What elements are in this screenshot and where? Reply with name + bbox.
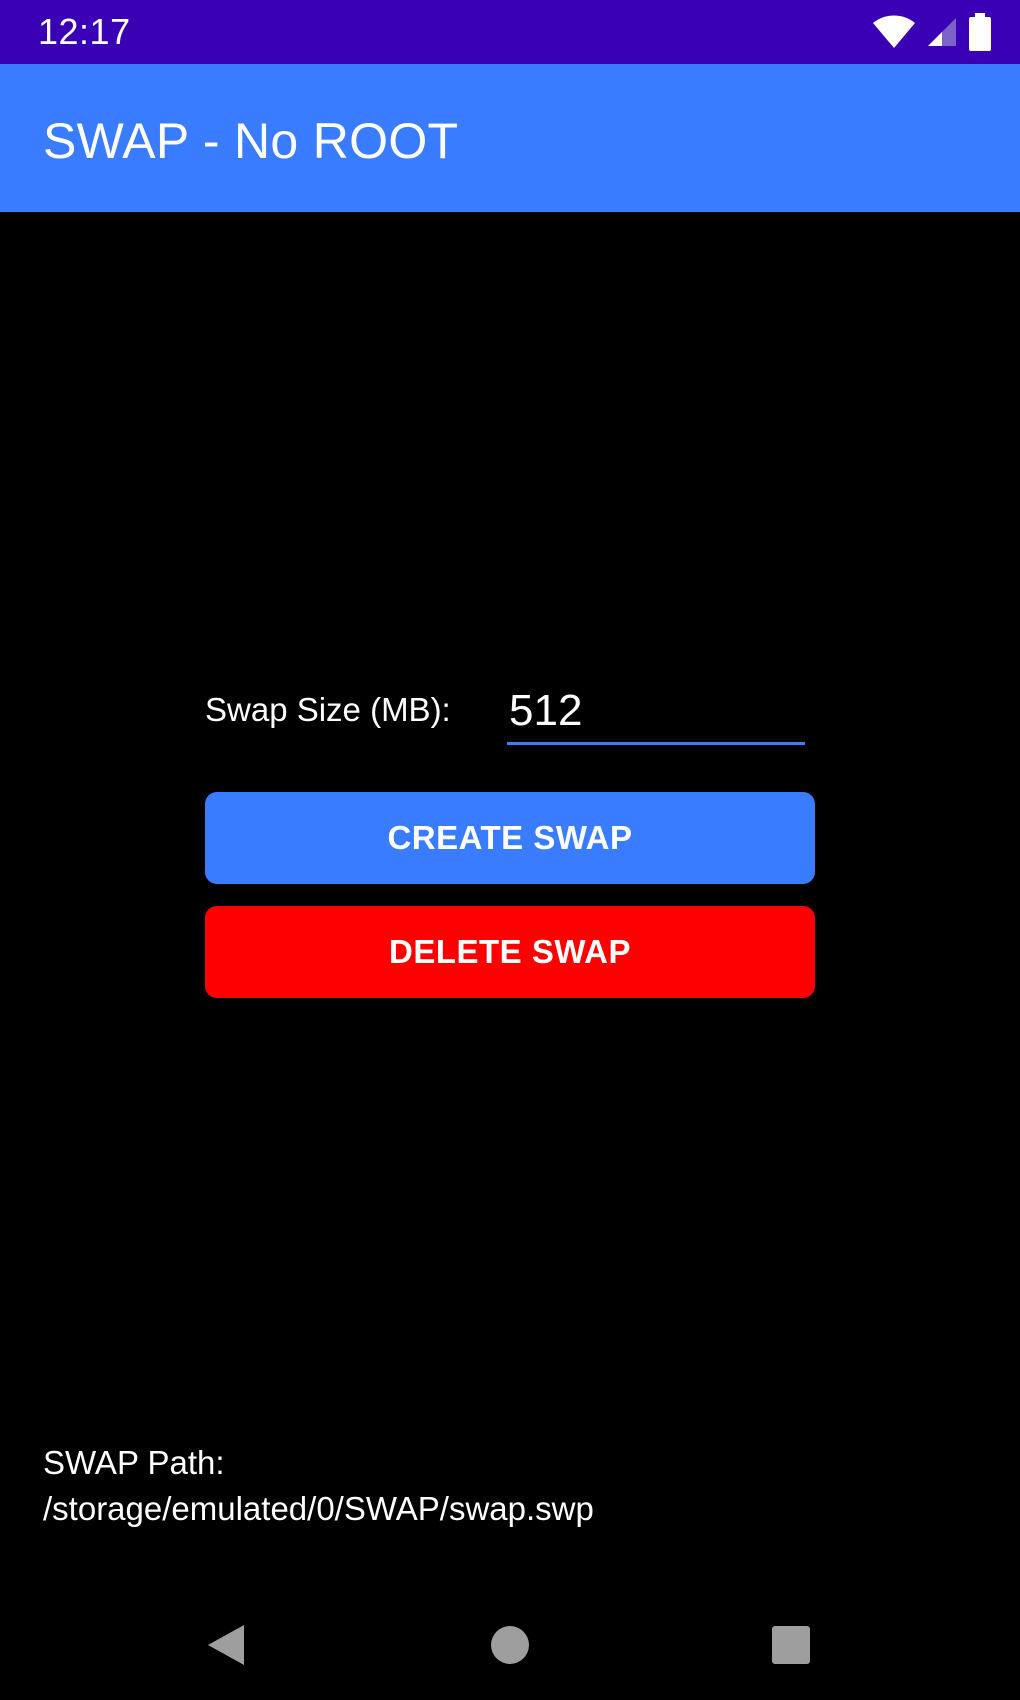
swap-size-input[interactable] <box>507 679 805 745</box>
app-screen: 12:17 SWAP - No ROOT Swap Size (MB): 512… <box>0 0 1020 1700</box>
status-bar: 12:17 <box>0 0 1020 64</box>
navigation-bar <box>0 1588 1020 1700</box>
status-icons <box>872 12 992 52</box>
swap-path-value: /storage/emulated/0/SWAP/swap.swp <box>43 1490 594 1527</box>
app-title: SWAP - No ROOT <box>43 113 459 169</box>
battery-icon <box>968 13 992 51</box>
create-swap-button[interactable]: CREATE SWAP <box>205 792 815 884</box>
delete-swap-button[interactable]: DELETE SWAP <box>205 906 815 998</box>
swap-path: SWAP Path: /storage/emulated/0/SWAP/swap… <box>43 1440 594 1532</box>
swap-size-label: Swap Size (MB): <box>205 691 451 728</box>
home-icon[interactable] <box>475 1610 545 1680</box>
recents-icon[interactable] <box>756 1610 826 1680</box>
status-time: 12:17 <box>38 11 131 52</box>
cell-signal-icon <box>926 16 958 48</box>
wifi-icon <box>872 14 916 50</box>
app-bar: SWAP - No ROOT <box>0 64 1020 212</box>
swap-path-label: SWAP Path: <box>43 1444 225 1481</box>
back-icon[interactable] <box>191 1610 261 1680</box>
